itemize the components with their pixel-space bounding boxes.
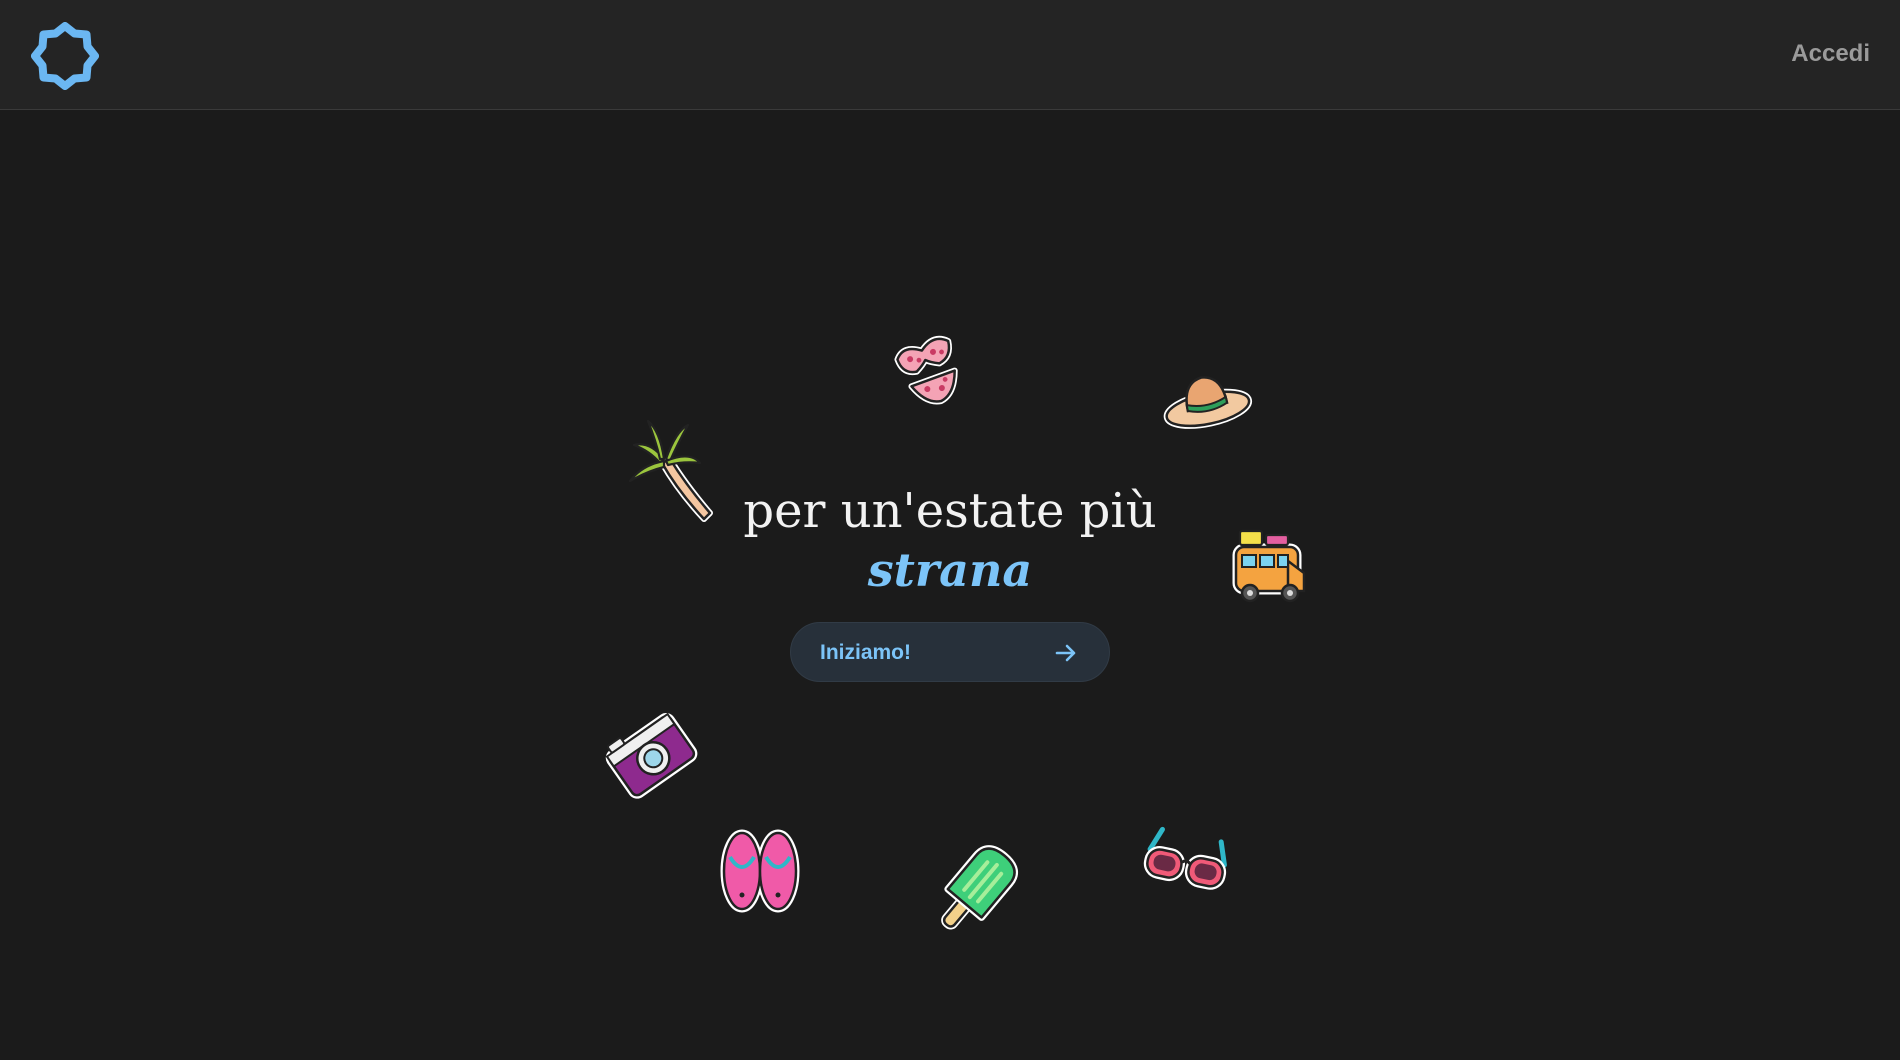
palm-tree-icon [620,411,720,526]
flip-flops-icon [718,827,802,915]
sunglasses-icon [1142,826,1230,899]
headline: per un'estate più strana [650,481,1250,599]
start-button-label: Iniziamo! [820,641,912,664]
hero-section: per un'estate più strana Iniziamo! [0,111,1900,1060]
start-button[interactable]: Iniziamo! [790,622,1110,682]
logo-icon[interactable] [31,22,99,90]
popsicle-icon [920,841,1030,941]
headline-accent-word: strana [867,543,1033,597]
sun-hat-icon [1160,365,1253,435]
arrow-right-icon [1053,640,1079,666]
login-link[interactable]: Accedi [1791,40,1870,68]
bikini-icon [893,329,967,411]
camera-icon [604,707,698,803]
top-navigation-bar: Accedi [0,0,1900,110]
camper-van-icon [1226,521,1312,609]
headline-text: per un'estate più [743,483,1157,539]
